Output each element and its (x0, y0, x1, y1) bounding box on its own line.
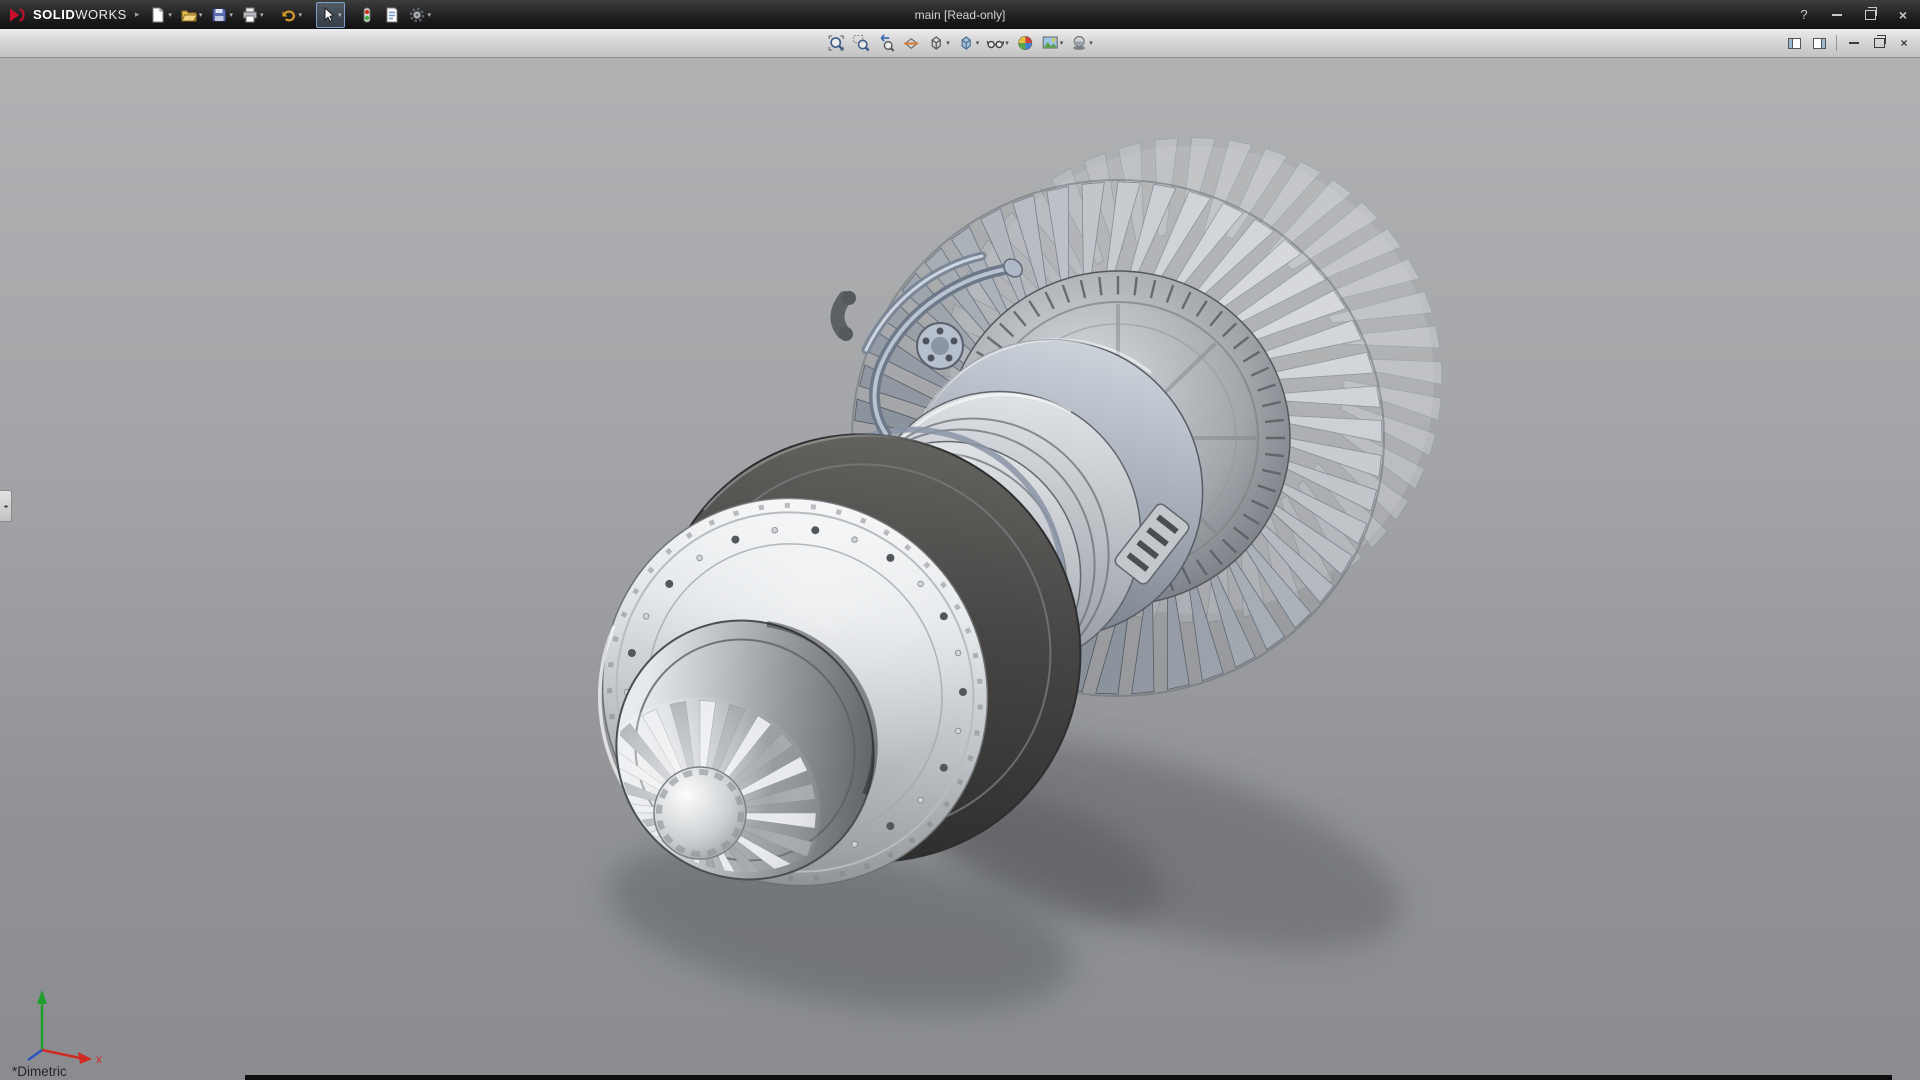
undo-arrow-icon (280, 7, 296, 23)
dropdown-caret-icon[interactable]: ▾ (946, 39, 950, 47)
view-orientation-button[interactable]: ▾ (925, 31, 952, 55)
dropdown-caret-icon[interactable]: ▾ (229, 11, 233, 19)
solidworks-window: { "glyphs": { "caret": "▾", "expand_arro… (0, 0, 1920, 1080)
undo-button[interactable]: ▾ (277, 3, 305, 27)
graphics-viewport[interactable]: x *Dimetric (0, 58, 1920, 1080)
minimize-button[interactable] (1828, 6, 1846, 24)
rebuild-button[interactable] (356, 3, 378, 27)
restore-button[interactable] (1861, 6, 1879, 24)
zoom-to-area-button[interactable] (850, 31, 872, 55)
section-view-button[interactable] (900, 31, 922, 55)
heads-up-view-bar: ▾ ▾ ▾ (0, 29, 1920, 58)
hide-show-items-button[interactable]: ▾ (984, 31, 1011, 55)
x-axis-arrow (78, 1052, 92, 1064)
document-close-button[interactable]: × (1896, 34, 1912, 52)
view-settings-button[interactable]: ▾ (1068, 31, 1095, 55)
shaft-hub (654, 767, 746, 859)
view-orientation-label: *Dimetric (12, 1064, 67, 1079)
title-bar: SOLIDWORKS ▸ ▾ ▾ ▾ ▾ ▾ (0, 0, 1920, 29)
window-controls: ? × (1795, 0, 1912, 29)
hide-show-glasses-icon (986, 34, 1004, 52)
document-restore-button[interactable] (1871, 34, 1887, 52)
dropdown-caret-icon[interactable]: ▾ (199, 11, 203, 19)
document-window-controls: × (1786, 29, 1912, 57)
options-gear-icon (409, 7, 425, 23)
main-toolbar: ▾ ▾ ▾ ▾ ▾ ▾ (147, 2, 434, 28)
separator (1836, 35, 1837, 51)
toggle-task-pane-button[interactable] (1786, 34, 1802, 52)
dropdown-caret-icon[interactable]: ▾ (1089, 39, 1093, 47)
dropdown-caret-icon[interactable]: ▾ (1005, 39, 1009, 47)
zoom-to-fit-icon (827, 34, 845, 52)
edit-appearance-button[interactable] (1014, 31, 1036, 55)
options-button[interactable]: ▾ (406, 3, 434, 27)
dropdown-caret-icon[interactable]: ▾ (260, 11, 264, 19)
restore-icon (1874, 38, 1885, 48)
apply-scene-button[interactable]: ▾ (1039, 31, 1066, 55)
display-style-button[interactable]: ▾ (955, 31, 982, 55)
document-minimize-button[interactable] (1846, 34, 1862, 52)
select-tool-button[interactable]: ▾ (316, 2, 346, 28)
brand-text: SOLIDWORKS (33, 7, 127, 22)
task-pane-toggle-icon (1788, 38, 1801, 49)
help-button[interactable]: ? (1795, 6, 1813, 24)
dropdown-caret-icon[interactable]: ▾ (338, 11, 342, 19)
open-button[interactable]: ▾ (178, 3, 206, 27)
view-orientation-cube-icon (927, 34, 945, 52)
y-axis-arrow (37, 990, 47, 1004)
open-folder-icon (181, 7, 197, 23)
featuremanager-collapsed-tab[interactable]: ◂▸ (0, 490, 12, 522)
dropdown-caret-icon[interactable]: ▾ (427, 11, 431, 19)
dropdown-caret-icon[interactable]: ▾ (298, 11, 302, 19)
print-button[interactable]: ▾ (239, 3, 267, 27)
previous-view-button[interactable] (875, 31, 897, 55)
save-button[interactable]: ▾ (208, 3, 236, 27)
minimize-icon (1849, 42, 1859, 44)
solidworks-logo: SOLIDWORKS (0, 7, 133, 23)
new-document-icon (150, 7, 166, 23)
select-arrow-icon (320, 7, 336, 23)
print-icon (242, 7, 258, 23)
zoom-to-fit-button[interactable] (825, 31, 847, 55)
heads-up-toolbar: ▾ ▾ ▾ (825, 29, 1095, 57)
reference-triad: x (12, 972, 108, 1064)
display-style-cube-icon (957, 34, 975, 52)
save-icon (211, 7, 227, 23)
menu-expand-arrow[interactable]: ▸ (135, 9, 140, 20)
restore-icon (1865, 10, 1876, 20)
taskbar-edge[interactable] (245, 1075, 1892, 1080)
engine-model[interactable] (0, 58, 1920, 1080)
dropdown-caret-icon[interactable]: ▾ (168, 11, 172, 19)
minimize-icon (1832, 14, 1842, 16)
solidworks-logo-icon (8, 7, 28, 23)
display-pane-toggle-icon (1813, 38, 1826, 49)
dropdown-caret-icon[interactable]: ▾ (1060, 39, 1064, 47)
x-axis-label: x (96, 1052, 102, 1064)
edit-appearance-ball-icon (1016, 34, 1034, 52)
document-title: main [Read-only] (915, 8, 1006, 22)
close-button[interactable]: × (1894, 6, 1912, 24)
dropdown-caret-icon[interactable]: ▾ (976, 39, 980, 47)
toggle-display-pane-button[interactable] (1811, 34, 1827, 52)
previous-view-icon (877, 34, 895, 52)
rebuild-traffic-light-icon (359, 7, 375, 23)
section-view-icon (902, 34, 920, 52)
zoom-to-area-icon (852, 34, 870, 52)
file-properties-button[interactable] (381, 3, 403, 27)
file-properties-icon (384, 7, 400, 23)
new-document-button[interactable]: ▾ (147, 3, 175, 27)
z-axis (28, 1050, 42, 1060)
apply-scene-icon (1041, 34, 1059, 52)
view-settings-sphere-icon (1070, 34, 1088, 52)
